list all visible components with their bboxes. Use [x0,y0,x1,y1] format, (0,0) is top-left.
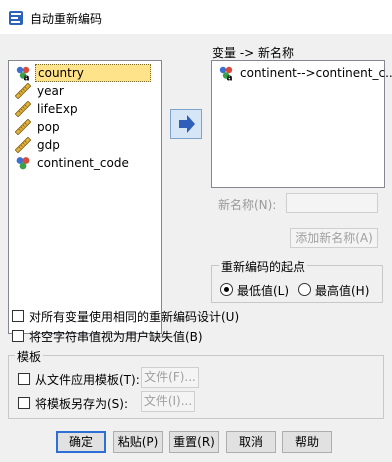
list-item-label: gdp [37,138,60,152]
highest-value-radio-option[interactable]: 最高值(H) [298,282,378,298]
svg-text:a: a [24,74,30,82]
save-template-checkbox[interactable] [18,397,30,409]
highest-value-label: 最高值(H) [315,284,370,298]
lowest-value-radio-option[interactable]: 最低值(L) [220,282,295,298]
cancel-button[interactable]: 取消 [226,431,276,453]
app-icon [8,10,24,26]
ok-button[interactable]: 确定 [56,431,106,453]
apply-template-checkbox[interactable] [18,373,30,385]
mapping-list[interactable]: a continent-->continent_c... [211,60,392,188]
nominal-variable-icon: a [15,65,31,84]
move-right-button[interactable] [170,109,202,139]
blank-missing-label: 将空字符串值视为用户缺失值(B) [29,330,203,344]
nominal-variable-icon: a [218,65,234,84]
variable-list[interactable]: a country year lifeExp pop gdp continent… [8,60,162,334]
save-template-option[interactable]: 将模板另存为(S): [18,395,140,411]
arrow-right-icon [179,115,195,133]
help-button[interactable]: 帮助 [282,431,332,453]
list-item-label: continent-->continent_c... [240,66,392,80]
ruler-icon [14,118,32,136]
svg-text:a: a [227,74,233,82]
same-scheme-checkbox[interactable] [12,310,24,322]
ruler-icon [14,82,32,100]
apply-template-label: 从文件应用模板(T): [35,373,140,387]
new-name-input[interactable] [286,193,378,213]
reset-button[interactable]: 重置(R) [169,431,219,453]
paste-button[interactable]: 粘贴(P) [113,431,163,453]
dialog-body: a country year lifeExp pop gdp continent… [0,34,392,462]
ruler-icon [14,100,32,118]
lowest-value-radio[interactable] [220,283,233,296]
save-file-button[interactable]: 文件(I)... [141,391,195,412]
same-scheme-label: 对所有变量使用相同的重新编码设计(U) [29,310,240,324]
blank-missing-option[interactable]: 将空字符串值视为用户缺失值(B) [12,328,212,344]
window-title: 自动重新编码 [30,12,103,26]
highest-value-radio[interactable] [298,283,311,296]
lowest-value-label: 最低值(L) [237,284,290,298]
start-point-group-title: 重新编码的起点 [219,258,308,275]
apply-template-option[interactable]: 从文件应用模板(T): [18,371,140,387]
blank-missing-checkbox[interactable] [12,330,24,342]
save-template-label: 将模板另存为(S): [35,397,129,411]
new-name-label: 新名称(N): [218,198,277,212]
title-bar[interactable]: 自动重新编码 [0,0,392,34]
template-group-title: 模板 [15,348,44,365]
add-new-name-button[interactable]: 添加新名称(A) [290,228,378,248]
list-item-label: pop [37,120,60,134]
nominal-numeric-icon [15,155,31,171]
list-item-label: lifeExp [37,102,78,116]
mapping-header: 变量 -> 新名称 [212,46,295,60]
apply-file-button[interactable]: 文件(F)... [141,367,199,388]
list-item-label: country [35,64,151,82]
ruler-icon [14,136,32,154]
same-scheme-option[interactable]: 对所有变量使用相同的重新编码设计(U) [12,308,252,324]
list-item-label: continent_code [37,156,129,170]
list-item-label: year [37,84,64,98]
